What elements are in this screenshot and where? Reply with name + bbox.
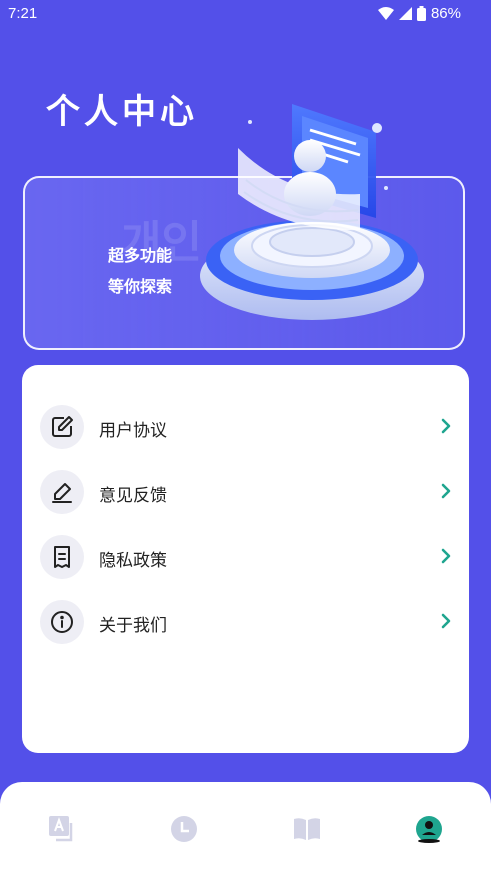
chevron-right-icon xyxy=(441,483,451,499)
status-time: 7:21 xyxy=(8,5,38,22)
menu-item-privacy-policy[interactable]: 隐私政策 xyxy=(40,535,451,583)
translate-icon xyxy=(49,816,73,842)
tab-library[interactable] xyxy=(292,814,322,844)
settings-menu-card: 用户协议 意见反馈 隐私政策 关于我们 xyxy=(22,365,469,753)
tab-history[interactable] xyxy=(169,814,199,844)
menu-label: 意见反馈 xyxy=(99,486,167,506)
page-title: 个人中心 xyxy=(46,92,198,132)
chevron-right-icon xyxy=(441,418,451,434)
pen-icon xyxy=(40,470,84,514)
banner-line-2: 等你探索 xyxy=(108,277,173,296)
info-icon xyxy=(40,600,84,644)
banner-line-1: 超多功能 xyxy=(108,246,173,265)
menu-item-feedback[interactable]: 意见反馈 xyxy=(40,470,451,518)
edit-document-icon xyxy=(40,405,84,449)
book-icon xyxy=(294,818,320,840)
menu-label: 隐私政策 xyxy=(99,551,167,571)
bottom-tab-bar xyxy=(0,782,491,873)
tab-profile[interactable] xyxy=(414,814,444,844)
status-icons: 86% xyxy=(377,5,461,22)
chevron-right-icon xyxy=(441,548,451,564)
profile-icon xyxy=(416,816,442,843)
signal-icon xyxy=(398,7,412,20)
clock-icon xyxy=(171,816,197,842)
menu-label: 用户协议 xyxy=(99,421,167,441)
receipt-icon xyxy=(40,535,84,579)
chevron-right-icon xyxy=(441,613,451,629)
tab-translate[interactable] xyxy=(47,814,77,844)
status-bar: 7:21 86% xyxy=(0,0,491,28)
battery-percent: 86% xyxy=(430,5,461,22)
battery-icon xyxy=(416,6,426,21)
wifi-icon xyxy=(377,7,394,20)
menu-item-user-agreement[interactable]: 用户协议 xyxy=(40,405,451,453)
menu-label: 关于我们 xyxy=(99,616,167,636)
user-profile-illustration xyxy=(200,104,424,320)
menu-item-about-us[interactable]: 关于我们 xyxy=(40,600,451,648)
